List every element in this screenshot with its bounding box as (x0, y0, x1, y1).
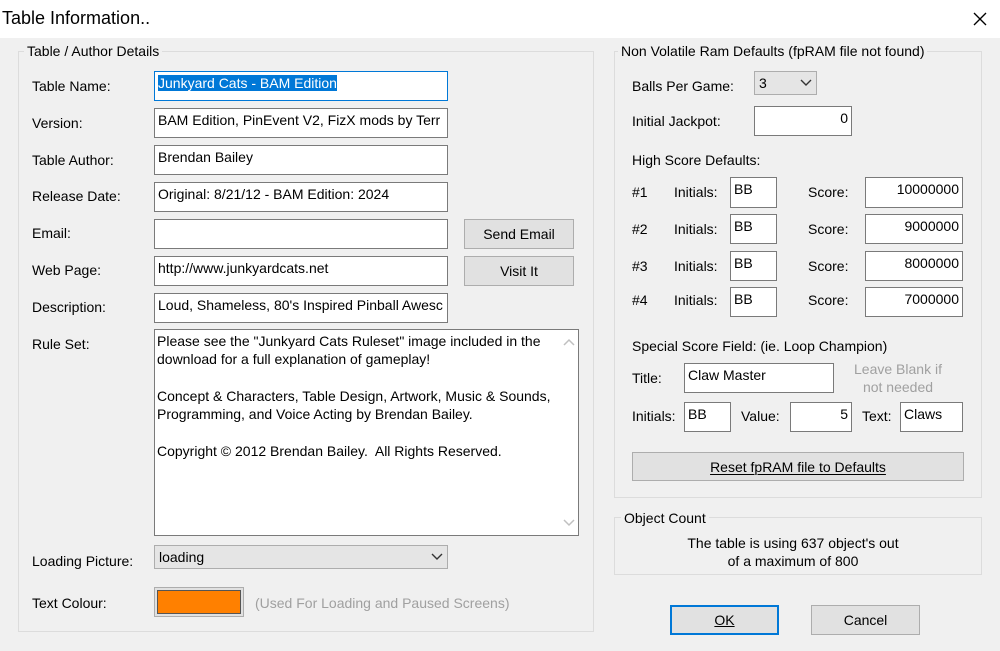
rule-set-text: Please see the "Junkyard Cats Ruleset" i… (157, 333, 551, 459)
object-count-line2: of a maximum of 800 (727, 553, 859, 569)
loading-picture-value: loading (159, 549, 205, 565)
initial-jackpot-field[interactable]: 0 (754, 106, 852, 136)
special-value-field[interactable]: 5 (790, 402, 852, 432)
high-score-initials-field[interactable]: BB (730, 287, 777, 317)
special-initials-field[interactable]: BB (684, 402, 731, 432)
table-name-field[interactable]: Junkyard Cats - BAM Edition (154, 71, 448, 101)
high-score-initials-field[interactable]: BB (730, 214, 777, 244)
rank-label: #1 (632, 184, 648, 200)
object-count-line1: The table is using 637 object's out (687, 535, 899, 551)
score-label: Score: (808, 184, 849, 200)
rule-set-textarea[interactable]: Please see the "Junkyard Cats Ruleset" i… (154, 329, 579, 536)
high-score-initials-field[interactable]: BB (730, 177, 777, 208)
high-score-field[interactable]: 9000000 (865, 214, 963, 244)
leave-blank-hint-line1: Leave Blank if (854, 361, 942, 377)
text-colour-label: Text Colour: (32, 595, 107, 611)
initials-label: Initials: (674, 221, 718, 237)
special-score-label: Special Score Field: (ie. Loop Champion) (632, 338, 888, 354)
rule-set-label: Rule Set: (32, 336, 90, 352)
reset-fpram-label: Reset fpRAM file to Defaults (710, 458, 886, 475)
text-colour-button[interactable] (154, 587, 244, 617)
special-text-field[interactable]: Claws (900, 402, 963, 432)
rule-set-scrollbar[interactable] (561, 330, 578, 535)
author-details-group-label: Table / Author Details (24, 43, 163, 59)
score-label: Score: (808, 258, 849, 274)
initials-label: Initials: (674, 292, 718, 308)
special-initials-label: Initials: (632, 408, 676, 424)
release-date-field[interactable]: Original: 8/21/12 - BAM Edition: 2024 (154, 182, 448, 212)
rank-label: #2 (632, 221, 648, 237)
ok-label: OK (714, 612, 735, 628)
special-text-label: Text: (862, 408, 892, 424)
balls-per-game-select[interactable]: 3 (754, 71, 817, 95)
close-button[interactable] (960, 0, 1000, 38)
scroll-down-icon[interactable] (563, 519, 575, 527)
text-colour-hint: (Used For Loading and Paused Screens) (255, 595, 510, 611)
version-field[interactable]: BAM Edition, PinEvent V2, FizX mods by T… (154, 108, 448, 138)
reset-fpram-button[interactable]: Reset fpRAM file to Defaults (632, 452, 964, 481)
cancel-label: Cancel (843, 612, 888, 628)
table-author-field[interactable]: Brendan Bailey (154, 145, 448, 175)
web-page-field[interactable]: http://www.junkyardcats.net (154, 256, 448, 286)
high-score-field[interactable]: 7000000 (865, 287, 963, 317)
initials-label: Initials: (674, 184, 718, 200)
leave-blank-hint-line2: not needed (862, 379, 934, 395)
table-author-label: Table Author: (32, 152, 114, 168)
ok-button[interactable]: OK (670, 605, 779, 635)
release-date-label: Release Date: (32, 188, 121, 204)
window-title: Table Information.. (2, 8, 151, 28)
loading-picture-select[interactable]: loading (154, 545, 448, 569)
special-value-label: Value: (741, 408, 780, 424)
balls-per-game-value: 3 (759, 75, 767, 91)
high-score-field[interactable]: 10000000 (865, 177, 963, 208)
special-title-label: Title: (632, 370, 662, 386)
chevron-down-icon (431, 553, 443, 560)
table-name-label: Table Name: (32, 78, 111, 94)
email-label: Email: (32, 225, 71, 241)
special-title-field[interactable]: Claw Master (684, 363, 834, 393)
balls-per-game-label: Balls Per Game: (632, 78, 734, 94)
rank-label: #3 (632, 258, 648, 274)
close-icon (973, 12, 987, 26)
text-colour-swatch (157, 590, 241, 614)
send-email-button[interactable]: Send Email (464, 219, 574, 249)
description-field[interactable]: Loud, Shameless, 80's Inspired Pinball A… (154, 293, 448, 323)
object-count-label: Object Count (621, 510, 709, 526)
initials-label: Initials: (674, 258, 718, 274)
loading-picture-label: Loading Picture: (32, 553, 134, 569)
scroll-up-icon[interactable] (563, 338, 575, 346)
initial-jackpot-label: Initial Jackpot: (632, 113, 721, 129)
visit-it-button[interactable]: Visit It (464, 256, 574, 286)
version-label: Version: (32, 115, 83, 131)
web-page-label: Web Page: (32, 262, 102, 278)
high-score-field[interactable]: 8000000 (865, 251, 963, 281)
high-score-defaults-label: High Score Defaults: (632, 152, 761, 168)
email-field[interactable] (154, 219, 448, 249)
nvram-group-label: Non Volatile Ram Defaults (fpRAM file no… (618, 43, 928, 59)
cancel-button[interactable]: Cancel (811, 605, 920, 635)
chevron-down-icon (800, 79, 812, 86)
table-name-value: Junkyard Cats - BAM Edition (158, 75, 337, 91)
description-label: Description: (32, 299, 106, 315)
rank-label: #4 (632, 292, 648, 308)
score-label: Score: (808, 292, 849, 308)
score-label: Score: (808, 221, 849, 237)
high-score-initials-field[interactable]: BB (730, 251, 777, 281)
